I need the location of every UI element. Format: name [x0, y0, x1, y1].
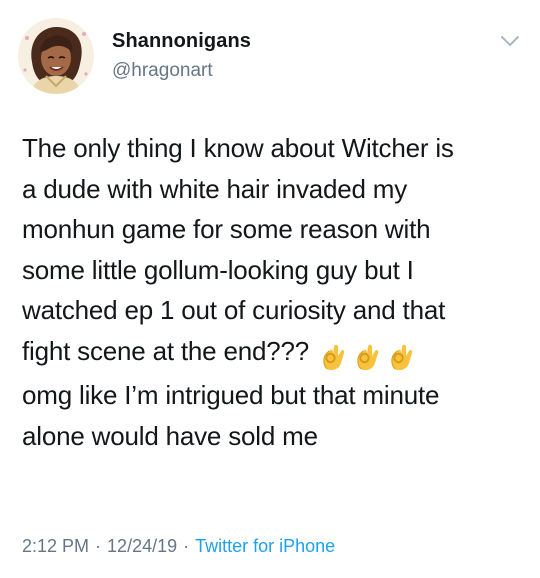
tweet-line: watched ep 1 out of curiosity and that: [22, 295, 446, 325]
tweet-time[interactable]: 2:12 PM: [22, 536, 89, 556]
tweet-line: omg like I’m intrigued but that minute: [22, 380, 440, 410]
avatar-portrait-icon: [18, 18, 94, 94]
user-handle[interactable]: @hragonart: [112, 60, 213, 82]
tweet-line: The only thing I know about Witcher is: [22, 133, 454, 163]
tweet-meta: 2:12 PM · 12/24/19 · Twitter for iPhone: [22, 536, 335, 557]
avatar[interactable]: [18, 18, 94, 94]
tweet-card: Shannonigans @hragonart The only thing I…: [0, 0, 540, 578]
tweet-line: a dude with white hair invaded my: [22, 173, 408, 204]
ok-hand-emoji-icon: [323, 344, 345, 370]
tweet-source-link[interactable]: Twitter for iPhone: [195, 536, 335, 556]
ok-hand-emoji-icon: [391, 344, 413, 370]
tweet-line: monhun game for some reason with: [22, 214, 431, 244]
ok-hand-emoji-icon: [357, 344, 379, 370]
display-name[interactable]: Shannonigans: [112, 30, 251, 53]
separator: ·: [183, 536, 190, 556]
chevron-down-icon[interactable]: [500, 34, 520, 48]
tweet-line-with-emoji: fight scene at the end???: [22, 331, 522, 376]
emoji-group: [321, 335, 423, 376]
tweet-line: some little gollum-looking guy but I: [22, 254, 414, 285]
tweet-line: fight scene at the end???: [22, 335, 310, 366]
separator: ·: [95, 536, 102, 556]
tweet-line: alone would have sold me: [22, 420, 318, 451]
tweet-date[interactable]: 12/24/19: [107, 536, 177, 556]
tweet-text: The only thing I know about Witcher is a…: [22, 128, 522, 456]
